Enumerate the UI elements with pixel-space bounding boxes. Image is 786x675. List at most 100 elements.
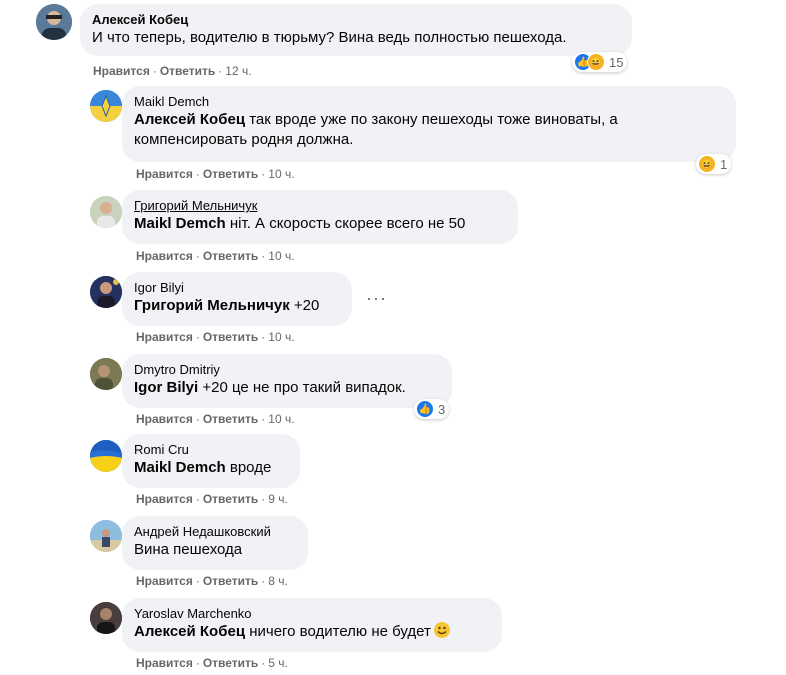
comment-author[interactable]: Алексей Кобец xyxy=(92,12,620,28)
comment-text: Вина пешехода xyxy=(134,541,243,558)
separator: · xyxy=(195,330,200,344)
avatar-photo-icon xyxy=(90,602,122,634)
mention-link[interactable]: Алексей Кобец xyxy=(134,111,245,128)
timestamp[interactable]: 9 ч. xyxy=(268,492,288,506)
timestamp[interactable]: 8 ч. xyxy=(268,574,288,588)
like-button[interactable]: Нравится xyxy=(136,492,193,506)
timestamp[interactable]: 10 ч. xyxy=(268,249,294,263)
separator: · xyxy=(195,249,200,263)
comment-text: Алексей Кобец ничего водителю не будет xyxy=(134,622,450,640)
avatar[interactable] xyxy=(90,196,122,228)
reaction-summary[interactable]: 👍 3 xyxy=(414,399,450,419)
more-options-icon[interactable]: ··· xyxy=(366,289,387,307)
ukraine-flag-icon xyxy=(90,440,122,472)
separator: · xyxy=(195,574,200,588)
reaction-summary[interactable]: 😆 1 xyxy=(696,154,732,174)
comment-actions: Нравится · Ответить · 5 ч. xyxy=(136,656,288,670)
comment-author[interactable]: Dmytro Dmitriy xyxy=(134,362,440,378)
timestamp[interactable]: 10 ч. xyxy=(268,412,294,426)
mention-link[interactable]: Igor Bilyi xyxy=(134,379,198,396)
comment-actions: Нравится · Ответить · 10 ч. xyxy=(136,330,295,344)
comment-author[interactable]: Romi Cru xyxy=(134,442,288,458)
comment-author[interactable]: Igor Bilyi xyxy=(134,280,340,296)
comment-actions: Нравится · Ответить · 10 ч. xyxy=(136,249,295,263)
like-button[interactable]: Нравится xyxy=(136,574,193,588)
avatar[interactable] xyxy=(90,602,122,634)
reply-button[interactable]: Ответить xyxy=(203,574,258,588)
avatar[interactable] xyxy=(90,440,122,472)
separator: · xyxy=(261,330,266,344)
separator: · xyxy=(152,64,157,78)
reply-button[interactable]: Ответить xyxy=(160,64,215,78)
comment-body: ничего водителю не будет xyxy=(245,623,431,640)
comment-bubble: Maikl Demch Алексей Кобец так вроде уже … xyxy=(122,86,736,162)
comment-actions: Нравится · Ответить · 10 ч. xyxy=(136,412,295,426)
reply-button[interactable]: Ответить xyxy=(203,249,258,263)
separator: · xyxy=(195,492,200,506)
comment-actions: Нравится · Ответить · 8 ч. xyxy=(136,574,288,588)
like-button[interactable]: Нравится xyxy=(136,249,193,263)
comment-actions: Нравится · Ответить · 12 ч. xyxy=(93,64,252,78)
comment-body: +20 xyxy=(289,297,320,314)
avatar[interactable] xyxy=(90,276,122,308)
like-icon: 👍 xyxy=(416,400,434,418)
timestamp[interactable]: 12 ч. xyxy=(225,64,251,78)
mention-link[interactable]: Григорий Мельничук xyxy=(134,297,290,314)
comment-body: +20 це не про такий випадок. xyxy=(198,379,406,396)
timestamp[interactable]: 10 ч. xyxy=(268,330,294,344)
separator: · xyxy=(261,167,266,181)
comment-bubble: Igor Bilyi Григорий Мельничук +20 xyxy=(122,272,352,326)
comment-author[interactable]: Андрей Недашковский xyxy=(134,524,296,540)
reply-button[interactable]: Ответить xyxy=(203,330,258,344)
comment-bubble: Алексей Кобец И что теперь, водителю в т… xyxy=(80,4,632,56)
separator: · xyxy=(195,412,200,426)
mention-link[interactable]: Алексей Кобец xyxy=(134,623,245,640)
avatar[interactable] xyxy=(90,90,122,122)
like-button[interactable]: Нравится xyxy=(136,167,193,181)
like-button[interactable]: Нравится xyxy=(136,412,193,426)
separator: · xyxy=(261,656,266,670)
reaction-count: 1 xyxy=(720,156,728,172)
comment-bubble: Григорий Мельничук Maikl Demch ніт. А ск… xyxy=(122,190,518,244)
avatar-photo-icon xyxy=(90,520,122,552)
avatar-emblem-icon xyxy=(90,90,122,122)
comment-author[interactable]: Yaroslav Marchenko xyxy=(134,606,490,622)
reply-button[interactable]: Ответить xyxy=(203,656,258,670)
mention-link[interactable]: Maikl Demch xyxy=(134,459,226,476)
separator: · xyxy=(261,249,266,263)
reaction-count: 15 xyxy=(609,54,624,70)
comment-text: Maikl Demch ніт. А скорость скорее всего… xyxy=(134,215,465,232)
comment-body: так вроде уже по закону пешеходы тоже ви… xyxy=(245,111,618,128)
comment-author[interactable]: Григорий Мельничук xyxy=(134,198,506,214)
avatar-photo-icon xyxy=(90,196,122,228)
avatar[interactable] xyxy=(90,520,122,552)
avatar[interactable] xyxy=(90,358,122,390)
reply-button[interactable]: Ответить xyxy=(203,167,258,181)
like-button[interactable]: Нравится xyxy=(136,330,193,344)
avatar[interactable] xyxy=(36,4,72,40)
haha-icon: 😆 xyxy=(698,155,716,173)
comment-text: И что теперь, водителю в тюрьму? Вина ве… xyxy=(92,29,567,46)
comment-text: Igor Bilyi +20 це не про такий випадок. xyxy=(134,379,406,396)
comment-text: Maikl Demch вроде xyxy=(134,459,271,476)
comment-author[interactable]: Maikl Demch xyxy=(134,94,724,110)
reply-button[interactable]: Ответить xyxy=(203,412,258,426)
reaction-count: 3 xyxy=(438,401,446,417)
comment-text: Алексей Кобец так вроде уже по закону пе… xyxy=(134,111,618,128)
reaction-summary[interactable]: 👍 😆 15 xyxy=(572,52,628,72)
like-button[interactable]: Нравится xyxy=(136,656,193,670)
separator: · xyxy=(261,574,266,588)
comment-body: вроде xyxy=(225,459,272,476)
comment-bubble: Yaroslav Marchenko Алексей Кобец ничего … xyxy=(122,598,502,652)
comment-text: Григорий Мельничук +20 xyxy=(134,297,319,314)
like-button[interactable]: Нравится xyxy=(93,64,150,78)
comment-text-line2: компенсировать родня должна. xyxy=(134,131,354,148)
mention-link[interactable]: Maikl Demch xyxy=(134,215,226,232)
separator: · xyxy=(195,167,200,181)
comment-bubble: Romi Cru Maikl Demch вроде xyxy=(122,434,300,488)
comment-bubble: Андрей Недашковский Вина пешехода xyxy=(122,516,308,570)
separator: · xyxy=(261,492,266,506)
reply-button[interactable]: Ответить xyxy=(203,492,258,506)
timestamp[interactable]: 5 ч. xyxy=(268,656,288,670)
timestamp[interactable]: 10 ч. xyxy=(268,167,294,181)
